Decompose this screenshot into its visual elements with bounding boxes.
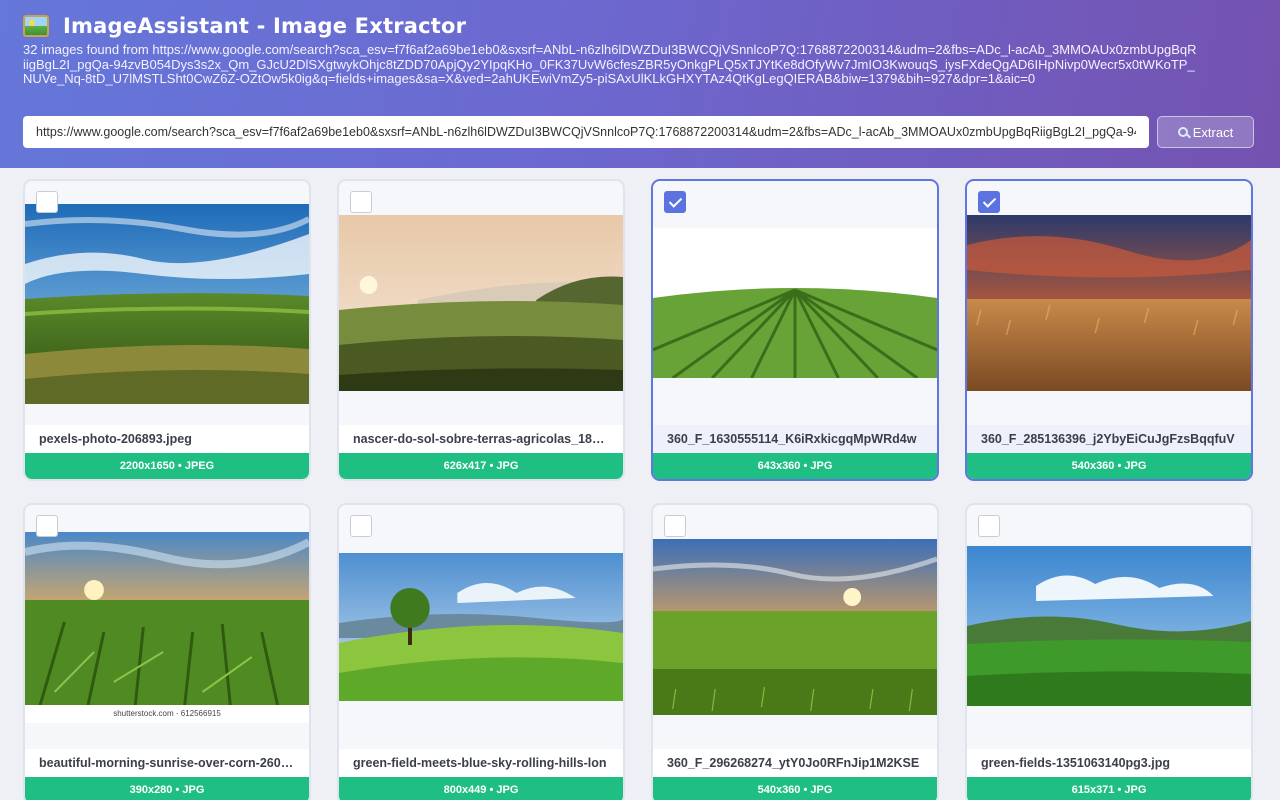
select-checkbox[interactable] [978, 515, 1000, 537]
select-checkbox[interactable] [36, 191, 58, 213]
image-thumbnail[interactable] [967, 215, 1251, 391]
image-card[interactable]: green-fields-1351063140pg3.jpg 615x371 • … [965, 503, 1253, 800]
image-card[interactable]: 360_F_296268274_ytY0Jo0RFnJip1M2KSE 540x3… [651, 503, 939, 800]
image-filename: 360_F_1630555114_K6iRxkicgqMpWRd4w [653, 425, 937, 453]
watermark-text: shutterstock.com · 612566915 [25, 705, 309, 723]
image-meta-badge: 390x280 • JPG [25, 777, 309, 800]
image-meta-badge: 540x360 • JPG [653, 777, 937, 800]
image-card[interactable]: green-field-meets-blue-sky-rolling-hills… [337, 503, 625, 800]
select-checkbox[interactable] [664, 515, 686, 537]
image-thumbnail[interactable] [25, 204, 309, 404]
image-meta-badge: 800x449 • JPG [339, 777, 623, 800]
select-checkbox[interactable] [350, 515, 372, 537]
image-filename: nascer-do-sol-sobre-terras-agricolas_181… [339, 425, 623, 453]
image-thumbnail[interactable] [967, 546, 1251, 706]
image-meta-badge: 615x371 • JPG [967, 777, 1251, 800]
image-card[interactable]: 360_F_1630555114_K6iRxkicgqMpWRd4w 643x36… [651, 179, 939, 481]
image-card[interactable]: nascer-do-sol-sobre-terras-agricolas_181… [337, 179, 625, 481]
image-thumbnail[interactable] [339, 553, 623, 701]
select-checkbox[interactable] [664, 191, 686, 213]
select-checkbox[interactable] [350, 191, 372, 213]
image-meta-badge: 643x360 • JPG [653, 453, 937, 479]
image-meta-badge: 540x360 • JPG [967, 453, 1251, 479]
image-filename: 360_F_296268274_ytY0Jo0RFnJip1M2KSE [653, 749, 937, 777]
image-meta-badge: 626x417 • JPG [339, 453, 623, 479]
image-filename: pexels-photo-206893.jpeg [25, 425, 309, 453]
select-checkbox[interactable] [36, 515, 58, 537]
image-thumbnail[interactable]: shutterstock.com · 612566915 [25, 532, 309, 723]
image-filename: green-fields-1351063140pg3.jpg [967, 749, 1251, 777]
image-meta-badge: 2200x1650 • JPEG [25, 453, 309, 479]
image-filename: green-field-meets-blue-sky-rolling-hills… [339, 749, 623, 777]
image-thumbnail[interactable] [653, 539, 937, 715]
image-filename: 360_F_285136396_j2YbyEiCuJgFzsBqqfuV [967, 425, 1251, 453]
image-thumbnail[interactable] [339, 215, 623, 391]
image-filename: beautiful-morning-sunrise-over-corn-260n… [25, 749, 309, 777]
image-grid: pexels-photo-206893.jpeg 2200x1650 • JPEG… [0, 0, 1280, 800]
image-card[interactable]: pexels-photo-206893.jpeg 2200x1650 • JPEG [23, 179, 311, 481]
select-checkbox[interactable] [978, 191, 1000, 213]
image-card[interactable]: shutterstock.com · 612566915 beautiful-mo… [23, 503, 311, 800]
image-card[interactable]: 360_F_285136396_j2YbyEiCuJgFzsBqqfuV 540x… [965, 179, 1253, 481]
image-thumbnail[interactable] [653, 228, 937, 378]
